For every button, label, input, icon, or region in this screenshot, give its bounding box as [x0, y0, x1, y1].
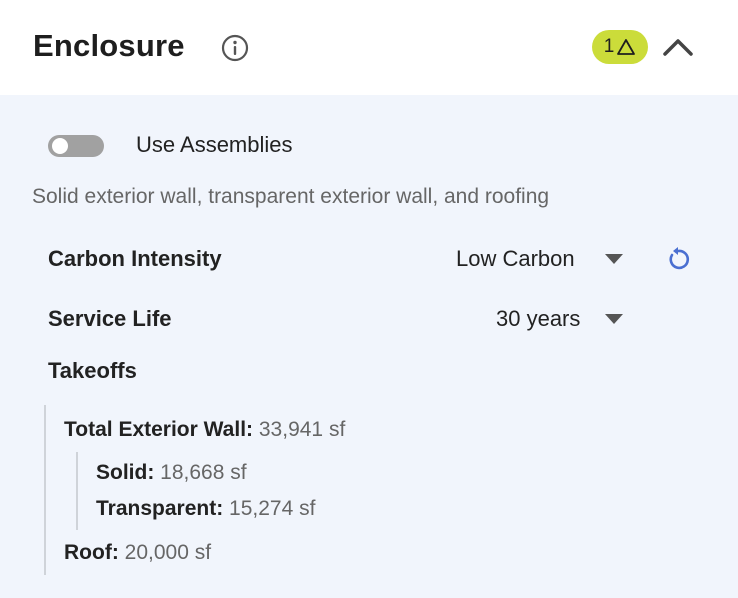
warning-triangle-icon — [617, 39, 636, 55]
wall-subtree-line — [76, 452, 78, 530]
caret-down-icon[interactable] — [605, 254, 623, 264]
takeoff-roof: Roof: 20,000 sf — [64, 541, 211, 565]
section-header: Enclosure 1 — [0, 0, 738, 95]
service-life-select[interactable]: 30 years — [496, 306, 580, 332]
takeoff-solid-label: Solid: — [96, 461, 155, 484]
takeoff-solid: Solid: 18,668 sf — [96, 461, 247, 485]
takeoff-transparent: Transparent: 15,274 sf — [96, 497, 315, 521]
caret-down-icon[interactable] — [605, 314, 623, 324]
section-body: Use Assemblies Solid exterior wall, tran… — [0, 95, 738, 598]
toggle-knob — [52, 138, 68, 154]
section-title: Enclosure — [33, 28, 185, 63]
use-assemblies-label: Use Assemblies — [136, 132, 293, 157]
reset-icon[interactable] — [666, 246, 690, 272]
takeoff-transparent-label: Transparent: — [96, 497, 224, 520]
takeoff-total-wall-label: Total Exterior Wall: — [64, 418, 254, 441]
takeoff-roof-value: 20,000 sf — [124, 541, 212, 564]
service-life-label: Service Life — [48, 306, 172, 331]
takeoff-total-wall: Total Exterior Wall: 33,941 sf — [64, 418, 345, 442]
takeoff-solid-value: 18,668 sf — [160, 461, 247, 484]
takeoff-roof-label: Roof: — [64, 541, 119, 564]
carbon-intensity-select[interactable]: Low Carbon — [456, 246, 575, 272]
warning-badge[interactable]: 1 — [592, 30, 648, 64]
carbon-intensity-label: Carbon Intensity — [48, 246, 222, 271]
takeoffs-heading: Takeoffs — [48, 358, 137, 383]
takeoff-total-wall-value: 33,941 sf — [258, 418, 346, 441]
takeoffs-tree-line — [44, 405, 46, 575]
use-assemblies-toggle[interactable] — [48, 135, 104, 157]
warning-count: 1 — [603, 36, 615, 57]
section-description: Solid exterior wall, transparent exterio… — [32, 185, 550, 208]
info-icon[interactable] — [221, 34, 249, 62]
takeoff-transparent-value: 15,274 sf — [229, 497, 316, 520]
chevron-up-icon[interactable] — [660, 33, 696, 61]
